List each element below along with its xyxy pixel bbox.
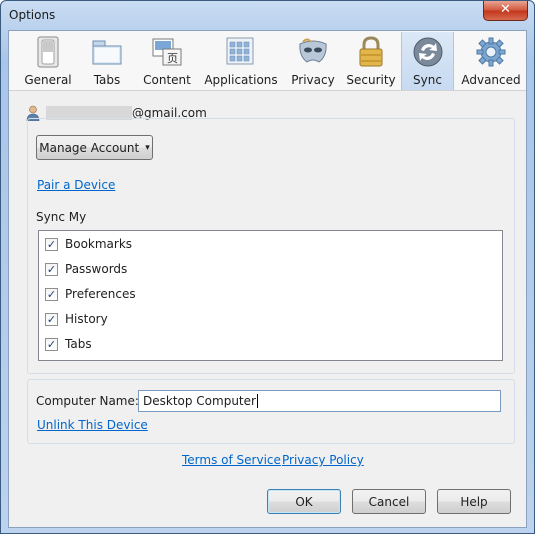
privacy-policy-link[interactable]: Privacy Policy [282, 453, 364, 467]
tabs-checkbox[interactable]: ✓ [45, 337, 58, 351]
dialog-client: General Tabs 页 Content Applications Priv… [8, 30, 527, 528]
svg-text:页: 页 [167, 52, 178, 65]
unlink-device-link[interactable]: Unlink This Device [37, 418, 148, 432]
window-title: Options [9, 8, 56, 22]
tab-label: Advanced [461, 73, 521, 87]
tab-sync[interactable]: Sync [401, 32, 454, 90]
passwords-checkbox[interactable]: ✓ [45, 262, 58, 276]
tab-label: Applications [204, 73, 278, 87]
close-button[interactable]: ✕ [483, 1, 528, 21]
sync-item-label: History [65, 312, 108, 326]
bookmarks-checkbox[interactable]: ✓ [45, 237, 58, 251]
tab-general[interactable]: General [19, 32, 77, 90]
sync-item-passwords[interactable]: ✓ Passwords [45, 260, 127, 278]
manage-account-label: Manage Account [39, 140, 140, 155]
options-window: Options ✕ General Tabs 页 Content Applica… [0, 0, 535, 534]
sync-item-label: Preferences [65, 287, 136, 301]
sync-items-list: ✓ Bookmarks ✓ Passwords ✓ Preferences ✓ … [38, 230, 503, 361]
switch-icon [31, 35, 65, 69]
sync-item-label: Passwords [65, 262, 128, 276]
tab-label: Tabs [93, 73, 121, 87]
sync-item-label: Tabs [65, 337, 92, 351]
manage-account-button[interactable]: Manage Account ▾ [36, 135, 153, 160]
sync-item-history[interactable]: ✓ History [45, 310, 108, 328]
tab-privacy[interactable]: Privacy [288, 32, 338, 90]
sync-icon [411, 35, 445, 69]
tab-label: General [24, 73, 72, 87]
tab-label: Privacy [291, 73, 335, 87]
computer-name-input[interactable]: Desktop Computer [138, 390, 501, 412]
mask-icon [296, 35, 330, 69]
terms-of-service-link[interactable]: Terms of Service [182, 453, 281, 467]
history-checkbox[interactable]: ✓ [45, 312, 58, 326]
applications-icon [224, 35, 258, 69]
computer-name-label: Computer Name: [36, 394, 139, 408]
folder-tabs-icon [90, 35, 124, 69]
pair-device-link[interactable]: Pair a Device [37, 178, 115, 192]
gear-icon [474, 35, 508, 69]
text-caret [256, 394, 258, 408]
ok-button[interactable]: OK [267, 489, 341, 514]
tab-applications[interactable]: Applications [203, 32, 279, 90]
sync-my-heading: Sync My [36, 210, 87, 224]
sync-item-bookmarks[interactable]: ✓ Bookmarks [45, 235, 132, 253]
preferences-checkbox[interactable]: ✓ [45, 287, 58, 301]
tab-security[interactable]: Security [344, 32, 398, 90]
tab-advanced[interactable]: Advanced [461, 32, 521, 90]
sync-item-tabs[interactable]: ✓ Tabs [45, 335, 92, 353]
tab-tabs[interactable]: Tabs [84, 32, 130, 90]
tab-label: Security [346, 73, 396, 87]
dropdown-arrow-icon: ▾ [145, 142, 150, 153]
sync-item-preferences[interactable]: ✓ Preferences [45, 285, 136, 303]
title-bar[interactable]: Options ✕ [1, 1, 534, 30]
tab-content[interactable]: 页 Content [141, 32, 193, 90]
content-icon: 页 [150, 35, 184, 69]
tab-label: Sync [413, 73, 442, 87]
sync-item-label: Bookmarks [65, 237, 133, 251]
cancel-button[interactable]: Cancel [352, 489, 426, 514]
help-button[interactable]: Help [437, 489, 511, 514]
padlock-icon [354, 35, 388, 69]
computer-name-value: Desktop Computer [143, 394, 256, 408]
category-toolbar: General Tabs 页 Content Applications Priv… [9, 31, 526, 91]
tab-label: Content [143, 73, 191, 87]
